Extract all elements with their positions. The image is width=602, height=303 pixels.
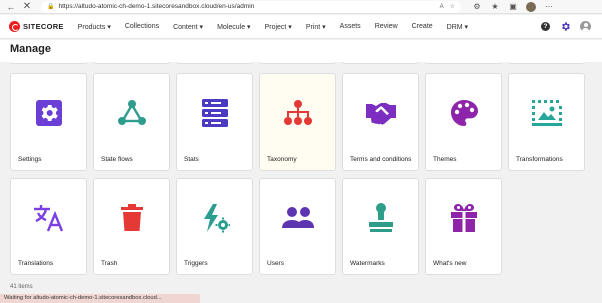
tile-settings[interactable]: Settings (10, 73, 87, 171)
translate-icon (32, 201, 66, 235)
tile-themes[interactable]: Themes (425, 73, 502, 171)
tile-partial[interactable] (508, 62, 585, 64)
nav-review[interactable]: Review (375, 23, 398, 30)
browser-status-bar: Waiting for altudo-atomic-ch-demo-1.site… (0, 294, 200, 303)
tile-terms-and-conditions[interactable]: Terms and conditions (342, 73, 419, 171)
sitecore-logo-icon (9, 21, 20, 32)
extensions-icon[interactable]: ⚙ (471, 1, 483, 13)
close-icon[interactable]: ✕ (19, 0, 35, 14)
tile-label: What's new (433, 260, 467, 267)
gift-icon (447, 201, 481, 235)
nav-molecule[interactable]: Molecule ▾ (217, 23, 250, 31)
browser-toolbar: ← ✕ 🔒 https://altudo-atomic-ch-demo-1.si… (0, 0, 602, 14)
lock-icon: 🔒 (47, 4, 55, 10)
tile-label: Terms and conditions (350, 156, 412, 163)
tile-label: Triggers (184, 260, 208, 267)
tile-grid: Settings State flows Stats Taxonomy Term… (0, 62, 602, 294)
users-icon (281, 201, 315, 235)
palette-icon (447, 96, 481, 130)
tile-label: Themes (433, 156, 457, 163)
server-stack-icon (198, 96, 232, 130)
tile-stats[interactable]: Stats (176, 73, 253, 171)
hierarchy-icon (281, 96, 315, 130)
tile-partial[interactable] (176, 62, 253, 64)
reader-mode-icon[interactable]: A (440, 4, 444, 10)
profile-picture (526, 1, 536, 12)
tile-whats-new[interactable]: What's new (425, 178, 502, 275)
user-menu[interactable] (580, 21, 591, 32)
tile-partial[interactable] (10, 62, 87, 64)
state-flow-icon (115, 96, 149, 130)
tile-label: Transformations (516, 156, 563, 163)
url-text: https://altudo-atomic-ch-demo-1.sitecore… (58, 3, 255, 10)
profile-avatar[interactable] (525, 1, 537, 13)
settings-button[interactable] (560, 21, 571, 32)
tile-state-flows[interactable]: State flows (93, 73, 170, 171)
app-header: SITECORE Products ▾ Collections Content … (0, 15, 602, 39)
brand-name: SITECORE (23, 22, 64, 31)
tile-trash[interactable]: Trash (93, 178, 170, 275)
title-bar: Manage (0, 40, 602, 62)
tile-label: Trash (101, 260, 118, 267)
tile-watermarks[interactable]: Watermarks (342, 178, 419, 275)
back-arrow-icon[interactable]: ← (3, 0, 19, 14)
tile-label: Settings (18, 156, 42, 163)
tile-translations[interactable]: Translations (10, 178, 87, 275)
help-button[interactable]: ? (540, 21, 551, 32)
tile-label: Watermarks (350, 260, 385, 267)
stamp-icon (364, 201, 398, 235)
nav-print[interactable]: Print ▾ (306, 23, 326, 31)
gear-icon (562, 22, 570, 31)
handshake-icon (364, 96, 398, 130)
trash-icon (115, 201, 149, 235)
main-nav: Products ▾ Collections Content ▾ Molecul… (78, 23, 482, 31)
trigger-icon (198, 201, 232, 235)
collections-icon[interactable]: ▣ (507, 1, 519, 13)
nav-assets[interactable]: Assets (340, 23, 361, 30)
nav-collections[interactable]: Collections (125, 23, 159, 30)
page-title: Manage (10, 43, 51, 55)
tile-partial[interactable] (93, 62, 170, 64)
tile-partial[interactable] (342, 62, 419, 64)
items-count: 41 items (10, 284, 33, 290)
tile-users[interactable]: Users (259, 178, 336, 275)
nav-content[interactable]: Content ▾ (173, 23, 203, 31)
tile-label: Taxonomy (267, 156, 297, 163)
address-bar[interactable]: 🔒 https://altudo-atomic-ch-demo-1.siteco… (41, 0, 461, 13)
favorites-icon[interactable]: ★ (489, 1, 501, 13)
nav-create[interactable]: Create (412, 23, 433, 30)
tile-label: Stats (184, 156, 199, 163)
avatar (580, 21, 591, 32)
tile-partial[interactable] (259, 62, 336, 64)
tile-transformations[interactable]: Transformations (508, 73, 585, 171)
image-transform-icon (530, 96, 564, 130)
sitecore-logo[interactable]: SITECORE (9, 21, 64, 32)
tile-partial[interactable] (425, 62, 502, 64)
tile-label: Translations (18, 260, 54, 267)
gear-icon (32, 96, 66, 130)
favorite-star-icon[interactable]: ☆ (450, 3, 455, 10)
nav-products[interactable]: Products ▾ (78, 23, 111, 31)
tile-label: State flows (101, 156, 133, 163)
more-options-icon[interactable]: ⋯ (543, 1, 555, 13)
nav-drm[interactable]: DRM ▾ (447, 23, 468, 31)
help-icon: ? (541, 22, 550, 31)
tile-label: Users (267, 260, 284, 267)
tile-triggers[interactable]: Triggers (176, 178, 253, 275)
tile-taxonomy[interactable]: Taxonomy (259, 73, 336, 171)
nav-project[interactable]: Project ▾ (265, 23, 292, 31)
